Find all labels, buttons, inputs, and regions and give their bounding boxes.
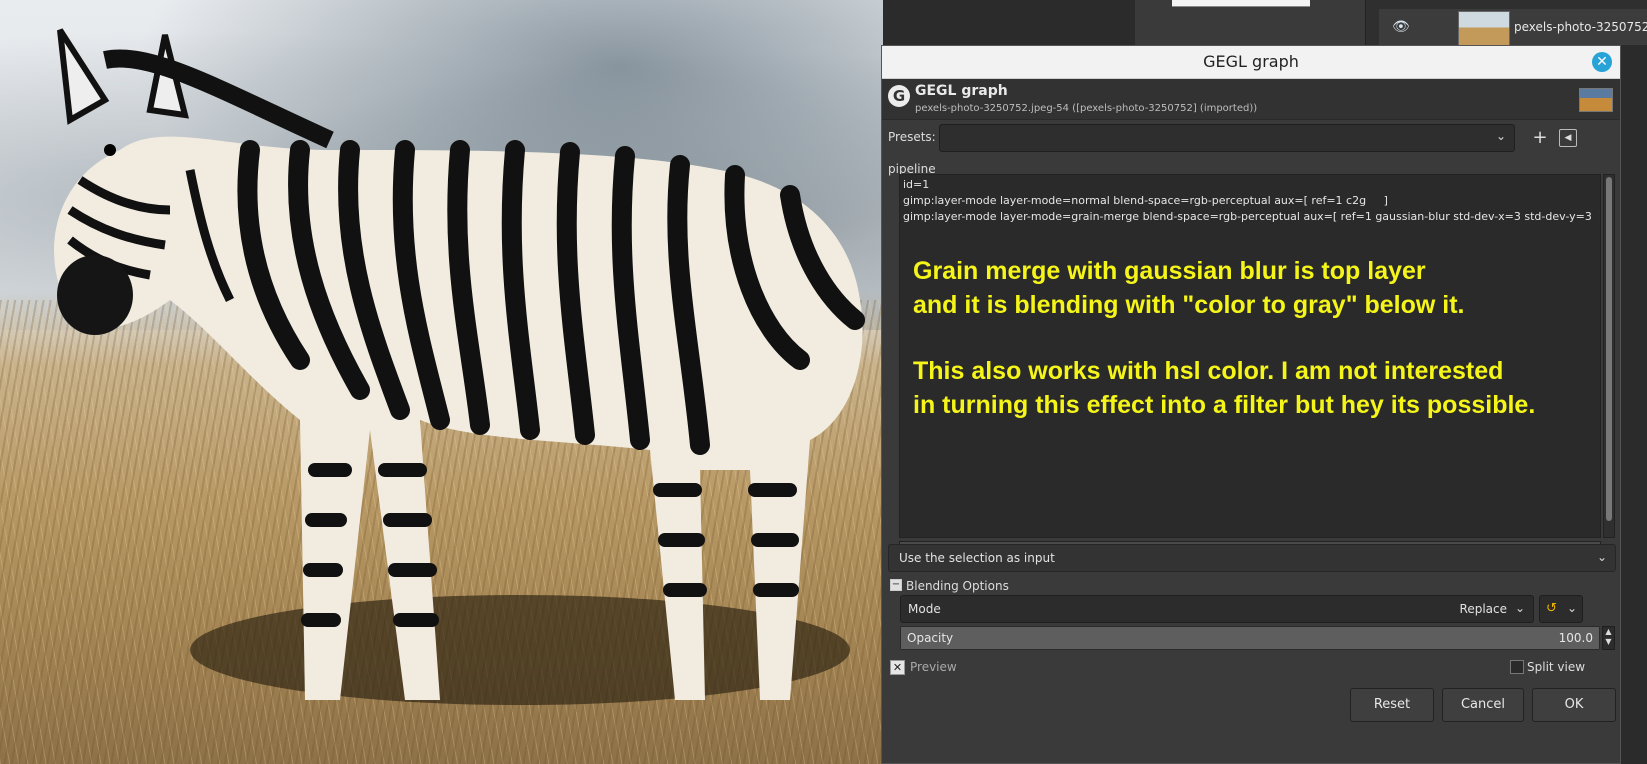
annotation-text: This also works with hsl color. I am not… [913, 357, 1504, 385]
opacity-label: Opacity [907, 631, 954, 645]
pipeline-line: id=1 [903, 178, 930, 191]
presets-combo[interactable]: ⌄ [939, 124, 1515, 152]
split-view-checkbox[interactable] [1510, 660, 1524, 674]
mode-value: Replace [1459, 602, 1507, 616]
image-canvas[interactable] [0, 0, 883, 764]
pipeline-vertical-scrollbar[interactable] [1603, 174, 1615, 538]
dialog-header: G GEGL graph pexels-photo-3250752.jpeg-5… [882, 79, 1620, 120]
header-title: GEGL graph [915, 83, 1008, 99]
cancel-button[interactable]: Cancel [1442, 688, 1524, 722]
image-thumbnail [1579, 88, 1613, 112]
chevron-down-icon: ⌄ [1566, 601, 1577, 615]
input-source-value: Use the selection as input [899, 551, 1055, 565]
header-subtitle: pexels-photo-3250752.jpeg-54 ([pexels-ph… [915, 103, 1258, 114]
opacity-fill [901, 627, 1599, 649]
pipeline-textarea[interactable]: id=1 gimp:layer-mode layer-mode=normal b… [899, 174, 1601, 538]
scroll-thumb[interactable] [1606, 177, 1612, 521]
blending-options-expander[interactable]: − [890, 579, 904, 593]
chevron-down-icon: ⌄ [1514, 601, 1525, 615]
split-view-label[interactable]: Split view [1527, 660, 1585, 674]
presets-label: Presets: [888, 130, 936, 144]
zebra-image [54, 28, 865, 705]
plus-icon[interactable]: + [1528, 126, 1552, 150]
menu-icon[interactable]: ◀ [1559, 129, 1577, 147]
annotation-text: and it is blending with "color to gray" … [913, 291, 1465, 319]
opacity-spin-button[interactable]: ▲ ▼ [1602, 626, 1615, 650]
chevron-down-icon: ⌄ [1495, 129, 1506, 143]
ok-button[interactable]: OK [1532, 688, 1616, 722]
opacity-value: 100.0 [1558, 631, 1593, 645]
close-icon[interactable]: ✕ [1592, 52, 1612, 72]
layer-thumbnail[interactable] [1458, 11, 1510, 47]
gegl-graph-dialog: GEGL graph ✕ G GEGL graph pexels-photo-3… [881, 45, 1621, 764]
gegl-logo-icon: G [888, 85, 910, 107]
preview-label[interactable]: Preview [910, 660, 957, 674]
blend-mode-combo[interactable]: Mode Replace ⌄ [900, 595, 1534, 623]
annotation-text: in turning this effect into a filter but… [913, 391, 1536, 419]
chevron-down-icon: ⌄ [1596, 550, 1607, 564]
brush-preview[interactable] [1172, 0, 1310, 7]
pipeline-line: gimp:layer-mode layer-mode=grain-merge b… [903, 210, 1601, 223]
layer-name[interactable]: pexels-photo-3250752.jpe [1514, 20, 1647, 34]
reset-mode-icon: ↺ [1546, 601, 1557, 616]
opacity-slider[interactable]: Opacity 100.0 [900, 626, 1600, 650]
mode-label: Mode [908, 602, 941, 616]
collapse-icon: − [890, 579, 902, 591]
reset-button[interactable]: Reset [1350, 688, 1434, 722]
annotation-text: Grain merge with gaussian blur is top la… [913, 257, 1426, 285]
input-source-combo[interactable]: Use the selection as input ⌄ [888, 544, 1616, 572]
eye-icon[interactable]: 👁 [1392, 19, 1410, 35]
blending-options-label[interactable]: Blending Options [906, 579, 1009, 593]
mode-switch-button[interactable]: ↺ ⌄ [1539, 595, 1583, 623]
preview-checkbox[interactable]: ✕ [890, 660, 905, 675]
pipeline-line: gimp:layer-mode layer-mode=normal blend-… [903, 194, 1388, 207]
window-title: GEGL graph [1203, 52, 1299, 71]
dialog-titlebar[interactable]: GEGL graph ✕ [882, 46, 1620, 79]
